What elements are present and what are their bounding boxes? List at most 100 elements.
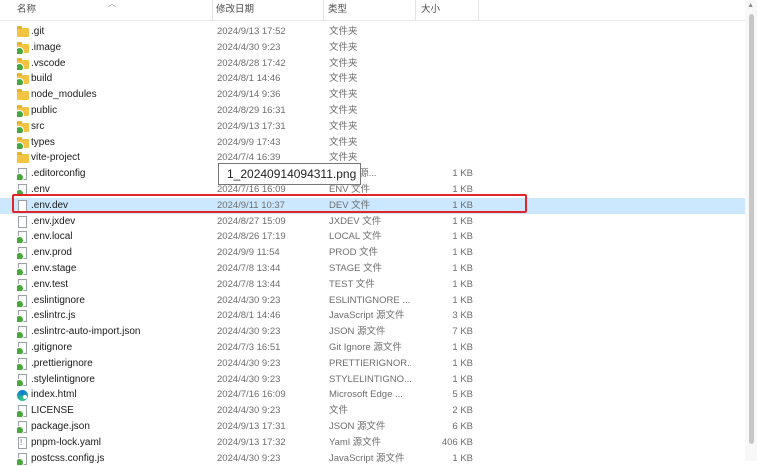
file-type: PROD 文件 [329,247,379,259]
file-size: 1 KB [452,452,473,464]
file-row[interactable]: postcss.config.js 2024/4/30 9:23 JavaScrip… [0,451,745,466]
file-modified-date: 2024/4/30 9:23 [217,357,281,369]
folder-synced-icon [17,120,29,133]
file-synced-icon [17,310,29,323]
file-row[interactable]: .stylelintignore 2024/4/30 9:23 STYLELINTI… [0,372,745,388]
file-synced-icon [17,247,29,260]
file-row[interactable]: src 2024/9/13 17:31 文件夹 [0,119,745,135]
file-type: JSON 源文件 [329,326,386,338]
vertical-scrollbar[interactable]: ▲ [745,0,757,461]
file-name: vite-project [31,152,80,164]
column-divider[interactable] [415,0,416,20]
folder-synced-icon [17,41,29,54]
file-row[interactable]: .gitignore 2024/7/3 16:51 Git Ignore 源文件 1 … [0,340,745,356]
file-row[interactable]: types 2024/9/9 17:43 文件夹 [0,135,745,151]
file-row[interactable]: .env.jxdev 2024/8/27 15:09 JXDEV 文件 1 KB [0,214,745,230]
file-size: 5 KB [452,389,473,401]
column-header-size[interactable]: 大小 [418,0,478,20]
file-name: .env.local [31,231,73,243]
file-row[interactable]: .env.local 2024/8/26 17:19 LOCAL 文件 1 KB [0,229,745,245]
file-name: .git [31,26,45,37]
file-size: 1 KB [452,262,473,274]
file-row[interactable]: public 2024/8/29 16:31 文件夹 [0,103,745,119]
file-row[interactable]: .prettierignore 2024/4/30 9:23 PRETTIERIGN… [0,356,745,372]
column-divider[interactable] [478,0,479,20]
column-header-type[interactable]: 类型 [325,0,415,20]
file-size: 7 KB [452,326,473,338]
file-type: 文件 [329,405,349,417]
sort-ascending-icon: ︿ [108,0,116,8]
file-row[interactable]: .image 2024/4/30 9:23 文件夹 [0,40,745,56]
file-name: pnpm-lock.yaml [31,436,102,448]
file-row[interactable]: .editorconfigConfig 源...1 KB [0,166,745,182]
file-name: .editorconfig [31,168,86,180]
file-type: ESLINTIGNORE ... [329,294,411,306]
folder-icon [17,26,29,38]
file-name: types [31,136,55,148]
file-row[interactable]: .env.stage 2024/7/8 13:44 STAGE 文件 1 KB [0,261,745,277]
scroll-up-icon[interactable]: ▲ [747,2,754,9]
filename-tooltip: 1_20240914094311.png [218,163,361,185]
column-divider[interactable] [323,0,324,20]
file-row[interactable]: .eslintrc-auto-import.json 2024/4/30 9:23… [0,324,745,340]
file-size: 6 KB [452,420,473,432]
file-name: .eslintignore [31,294,85,306]
file-type: JavaScript 源文件 [329,310,405,322]
file-synced-icon [17,168,29,181]
file-name: src [31,120,45,132]
file-row[interactable]: .eslintrc.js 2024/8/1 14:46 JavaScript 源文件… [0,308,745,324]
column-header-date[interactable]: 修改日期 [213,0,323,20]
file-name: package.json [31,420,90,432]
file-modified-date: 2024/7/16 16:09 [217,389,286,401]
file-synced-icon [17,405,29,418]
folder-synced-icon [17,136,29,149]
file-type: STYLELINTIGNO... [329,373,411,385]
file-name: .env.jxdev [31,215,76,227]
file-row[interactable]: .vscode 2024/8/28 17:42 文件夹 [0,56,745,72]
file-row[interactable]: index.html 2024/7/16 16:09 Microsoft Edge … [0,387,745,403]
file-synced-icon [17,231,29,244]
file-name: build [31,73,53,85]
file-type: 文件夹 [329,26,358,37]
file-type: 文件夹 [329,73,358,85]
folder-synced-icon [17,57,29,70]
file-name: .image [31,41,62,53]
file-type: Microsoft Edge ... [329,389,403,401]
scrollbar-thumb[interactable] [749,14,754,444]
red-highlight-annotation [12,194,527,213]
file-row[interactable]: .git 2024/9/13 17:52 文件夹 [0,24,745,40]
file-type: JSON 源文件 [329,420,386,432]
file-size: 1 KB [452,231,473,243]
file-modified-date: 2024/7/3 16:51 [217,341,281,353]
file-name: LICENSE [31,405,74,417]
file-type: 文件夹 [329,136,358,148]
file-name: .prettierignore [31,357,93,369]
file-name: node_modules [31,89,97,101]
file-row[interactable]: vite-project 2024/7/4 16:39 文件夹 [0,150,745,166]
file-type: 文件夹 [329,57,358,69]
folder-icon [17,152,29,164]
file-size: 1 KB [452,373,473,385]
file-type: STAGE 文件 [329,262,383,274]
file-modified-date: 2024/4/30 9:23 [217,326,281,338]
file-row[interactable]: LICENSE 2024/4/30 9:23 文件 2 KB [0,403,745,419]
file-type: Git Ignore 源文件 [329,341,402,353]
file-row[interactable]: build 2024/8/1 14:46 文件夹 [0,71,745,87]
file-modified-date: 2024/9/13 17:31 [217,120,286,132]
file-modified-date: 2024/4/30 9:23 [217,452,281,464]
file-type: Yaml 源文件 [329,436,382,448]
file-size: 1 KB [452,247,473,259]
file-row[interactable]: node_modules 2024/9/14 9:36 文件夹 [0,87,745,103]
file-synced-icon [17,420,29,433]
file-name: .stylelintignore [31,373,95,385]
file-name: index.html [31,389,77,401]
file-type: JavaScript 源文件 [329,452,405,464]
file-row[interactable]: .eslintignore 2024/4/30 9:23 ESLINTIGNORE … [0,293,745,309]
file-row[interactable]: .env.prod 2024/9/9 11:54 PROD 文件 1 KB [0,245,745,261]
file-modified-date: 2024/7/8 13:44 [217,262,281,274]
file-row[interactable]: .env.test 2024/7/8 13:44 TEST 文件 1 KB [0,277,745,293]
file-row[interactable]: package.json 2024/9/13 17:31 JSON 源文件 6 KB [0,419,745,435]
file-type: PRETTIERIGNOR... [329,357,411,369]
file-row[interactable]: ! pnpm-lock.yaml 2024/9/13 17:32 Yaml 源文件 40… [0,435,745,451]
file-synced-icon [17,278,29,291]
